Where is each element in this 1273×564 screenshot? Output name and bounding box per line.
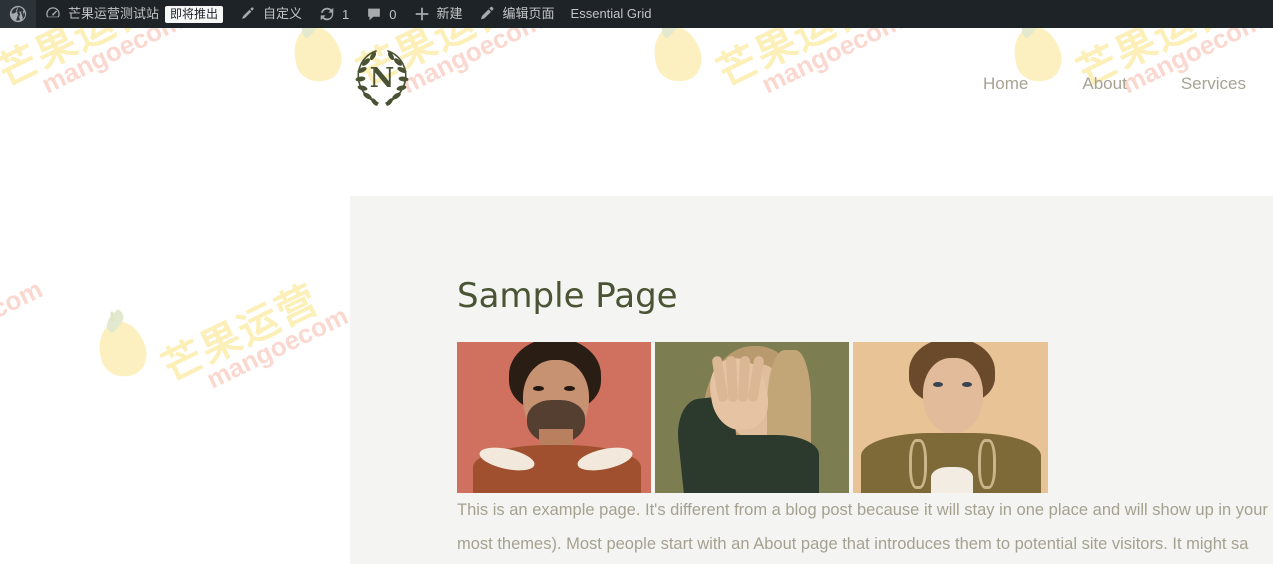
adminbar-essential-grid-label: Essential Grid: [570, 6, 652, 21]
page-root: 芒果运营测试站 即将推出 自定义 1 0 新建 编辑页面 Essential G…: [0, 0, 1273, 564]
body-line-2: most themes). Most people start with an …: [457, 535, 1249, 553]
portrait-eye-left: [533, 386, 544, 391]
gallery-image-2[interactable]: [655, 342, 849, 493]
adminbar-edit-page[interactable]: 编辑页面: [471, 0, 563, 28]
watermark-en-text: mangoecom.com: [0, 273, 48, 395]
main-navigation: Home About Services: [956, 68, 1273, 100]
comment-bubble-icon: [365, 5, 383, 23]
adminbar-edit-page-label: 编辑页面: [502, 6, 555, 21]
adminbar-essential-grid[interactable]: Essential Grid: [563, 0, 660, 28]
adminbar-site-name[interactable]: 芒果运营测试站 即将推出: [36, 0, 231, 28]
update-icon: [318, 5, 336, 23]
portrait-tshirt: [931, 467, 973, 493]
gallery-image-1[interactable]: [457, 342, 651, 493]
portrait-body: [695, 435, 819, 493]
adminbar-updates[interactable]: 1: [310, 0, 357, 28]
watermark-mango-icon: [91, 315, 153, 383]
adminbar-comments-count: 0: [389, 6, 397, 22]
coming-soon-badge: 即将推出: [165, 5, 224, 23]
page-content-card: Sample Page This is an example page. It'…: [350, 196, 1273, 564]
nav-item-services[interactable]: Services: [1154, 68, 1273, 100]
logo-letter: N: [370, 63, 395, 94]
portrait-eye-right: [962, 382, 972, 387]
site-logo[interactable]: N: [349, 42, 415, 110]
brush-icon: [239, 5, 257, 23]
gallery-image-3[interactable]: [853, 342, 1048, 493]
adminbar-customize-label: 自定义: [263, 6, 303, 21]
watermark-cn-text: 芒果运营: [0, 232, 39, 393]
portrait-eye-right: [564, 386, 575, 391]
page-body-text: This is an example page. It's different …: [457, 493, 1273, 561]
image-gallery: [457, 342, 1048, 493]
portrait-face: [923, 358, 983, 434]
pencil-icon: [479, 5, 497, 23]
plus-icon: [413, 5, 431, 23]
nav-item-about[interactable]: About: [1055, 68, 1153, 100]
site-header: N Home About Services: [0, 28, 1273, 136]
adminbar-updates-count: 1: [342, 6, 350, 22]
adminbar-site-name-label: 芒果运营测试站: [68, 6, 160, 21]
body-line-1: This is an example page. It's different …: [457, 501, 1268, 519]
adminbar-customize[interactable]: 自定义: [231, 0, 310, 28]
adminbar-new-content-label: 新建: [436, 6, 463, 21]
page-title: Sample Page: [457, 276, 678, 316]
wp-admin-bar: 芒果运营测试站 即将推出 自定义 1 0 新建 编辑页面 Essential G…: [0, 0, 1273, 28]
portrait-eye-left: [933, 382, 943, 387]
adminbar-new-content[interactable]: 新建: [405, 0, 471, 28]
adminbar-comments[interactable]: 0: [357, 0, 404, 28]
watermark-text: 芒果运营mangoecom.com: [0, 232, 48, 410]
portrait-cord-right: [978, 439, 996, 489]
wordpress-icon: [9, 5, 27, 23]
portrait-cord-left: [909, 439, 927, 489]
laurel-wreath-logo-icon: N: [355, 50, 409, 106]
adminbar-wordpress-logo[interactable]: [0, 0, 36, 28]
nav-item-home[interactable]: Home: [956, 68, 1055, 100]
dashboard-icon: [44, 5, 62, 23]
